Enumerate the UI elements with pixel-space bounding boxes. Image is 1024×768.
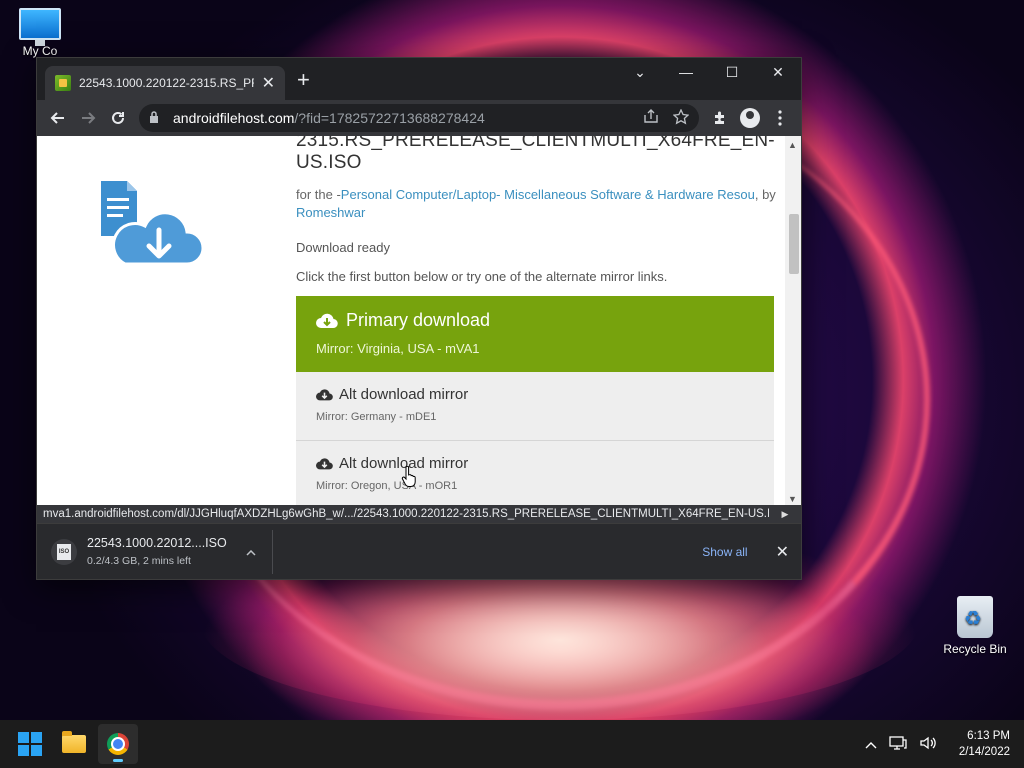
download-progress-text: 0.2/4.3 GB, 2 mins left bbox=[87, 555, 191, 567]
windows-logo-icon bbox=[18, 732, 42, 756]
file-explorer-button[interactable] bbox=[54, 724, 94, 764]
iso-file-icon: ISO bbox=[51, 538, 77, 565]
alt-mirror-label: Alt download mirror bbox=[339, 386, 469, 403]
page-viewport: 2315.RS_PRERELEASE_CLIENTMULTI_X64FRE_EN… bbox=[37, 136, 801, 506]
clock-date: 2/14/2022 bbox=[958, 746, 1010, 758]
tab-strip: 22543.1000.220122-2315.RS_PRE ✕ + ⌄ — ☐ … bbox=[37, 58, 801, 100]
forward-button[interactable] bbox=[73, 103, 103, 133]
scroll-right-arrow-icon[interactable]: ▶ bbox=[769, 505, 801, 523]
start-button[interactable] bbox=[10, 724, 50, 764]
folder-icon bbox=[62, 731, 86, 753]
maximize-button[interactable]: ☐ bbox=[709, 58, 755, 86]
arrow-right-icon bbox=[82, 112, 96, 124]
show-all-downloads-link[interactable]: Show all bbox=[702, 545, 747, 559]
alt-mirror-text: Mirror: Germany - mDE1 bbox=[316, 411, 437, 423]
scrollbar-thumb[interactable] bbox=[789, 214, 799, 274]
desktop-icon-recycle-bin[interactable]: ♻ Recycle Bin bbox=[940, 596, 1010, 656]
download-filename: 22543.1000.22012....ISO bbox=[87, 536, 227, 550]
close-download-shelf-button[interactable]: ✕ bbox=[776, 542, 789, 562]
reload-icon bbox=[112, 111, 124, 124]
menu-button[interactable] bbox=[765, 103, 795, 133]
minimize-button[interactable]: — bbox=[663, 58, 709, 86]
cloud-download-icon bbox=[316, 457, 333, 469]
link-status-bubble: mva1.androidfilehost.com/dl/JJGHluqfAXDZ… bbox=[37, 505, 777, 523]
category-link[interactable]: Personal Computer/Laptop- Miscellaneous … bbox=[341, 187, 755, 202]
tab-close-button[interactable]: ✕ bbox=[262, 73, 275, 93]
download-panel: 2315.RS_PRERELEASE_CLIENTMULTI_X64FRE_EN… bbox=[296, 136, 776, 506]
recycle-bin-icon: ♻ bbox=[957, 596, 993, 638]
chrome-taskbar-button[interactable] bbox=[98, 724, 138, 764]
file-download-icon bbox=[97, 176, 207, 276]
profile-avatar-icon[interactable] bbox=[740, 108, 760, 128]
arrow-left-icon bbox=[50, 112, 64, 124]
cloud-download-icon bbox=[316, 313, 338, 328]
alt-mirror-button[interactable]: Alt download mirror Mirror: Oregon, USA … bbox=[296, 441, 774, 506]
reload-button[interactable] bbox=[103, 103, 133, 133]
clock-time: 6:13 PM bbox=[967, 730, 1010, 742]
kebab-menu-icon bbox=[778, 110, 782, 126]
browser-toolbar: androidfilehost.com /?fid=17825722713688… bbox=[37, 100, 801, 136]
browser-window: 22543.1000.220122-2315.RS_PRE ✕ + ⌄ — ☐ … bbox=[36, 57, 802, 580]
tab-title: 22543.1000.220122-2315.RS_PRE bbox=[79, 76, 254, 90]
share-icon[interactable] bbox=[643, 108, 659, 128]
url-host: androidfilehost.com bbox=[173, 110, 295, 126]
system-tray: 6:13 PM 2/14/2022 bbox=[865, 728, 1010, 760]
close-window-button[interactable]: ✕ bbox=[755, 58, 801, 86]
new-tab-button[interactable]: + bbox=[297, 68, 310, 92]
volume-icon[interactable] bbox=[919, 735, 937, 754]
download-item[interactable]: ISO 22543.1000.22012....ISO 0.2/4.3 GB, … bbox=[37, 529, 273, 574]
extensions-button[interactable] bbox=[705, 103, 735, 133]
taskbar: 6:13 PM 2/14/2022 bbox=[0, 720, 1024, 768]
download-ready-text: Download ready bbox=[296, 240, 390, 255]
primary-download-label: Primary download bbox=[346, 310, 491, 330]
chevron-up-icon[interactable] bbox=[865, 736, 877, 752]
bookmark-star-icon[interactable] bbox=[672, 107, 690, 128]
scroll-down-arrow-icon[interactable]: ▼ bbox=[788, 494, 797, 504]
favicon-icon bbox=[55, 75, 71, 91]
primary-mirror-text: Mirror: Virginia, USA - mVA1 bbox=[316, 341, 480, 356]
author-link[interactable]: Romeshwar bbox=[296, 205, 365, 220]
monitor-icon bbox=[19, 8, 61, 46]
lock-icon[interactable] bbox=[149, 110, 165, 126]
chrome-icon bbox=[107, 733, 129, 755]
desktop-icon-label: Recycle Bin bbox=[943, 642, 1007, 656]
cloud-download-icon bbox=[316, 388, 333, 400]
url-path: /?fid=17825722713688278424 bbox=[294, 110, 485, 126]
alt-mirror-button[interactable]: Alt download mirror Mirror: Germany - mD… bbox=[296, 372, 774, 441]
meta-prefix: for the - bbox=[296, 187, 341, 202]
window-controls: ⌄ — ☐ ✕ bbox=[617, 58, 801, 86]
scroll-up-arrow-icon[interactable]: ▲ bbox=[788, 140, 797, 150]
tab-active[interactable]: 22543.1000.220122-2315.RS_PRE ✕ bbox=[45, 66, 285, 100]
back-button[interactable] bbox=[43, 103, 73, 133]
primary-download-button[interactable]: Primary download Mirror: Virginia, USA -… bbox=[296, 296, 774, 372]
desktop-icon-label: My Co bbox=[22, 44, 58, 58]
tab-search-button[interactable]: ⌄ bbox=[617, 58, 663, 86]
chevron-up-icon[interactable] bbox=[246, 545, 256, 559]
address-bar[interactable]: androidfilehost.com /?fid=17825722713688… bbox=[139, 104, 699, 132]
network-icon[interactable] bbox=[889, 735, 907, 754]
file-title: 2315.RS_PRERELEASE_CLIENTMULTI_X64FRE_EN… bbox=[296, 136, 775, 173]
desktop-icon-my-computer[interactable]: My Co bbox=[0, 8, 80, 58]
vertical-scrollbar[interactable]: ▲ ▼ bbox=[785, 136, 801, 506]
meta-by: , by bbox=[754, 187, 776, 202]
download-shelf: ISO 22543.1000.22012....ISO 0.2/4.3 GB, … bbox=[37, 523, 801, 579]
instructions-text: Click the first button below or try one … bbox=[296, 269, 668, 284]
hand-pointer-cursor-icon bbox=[401, 466, 416, 487]
alt-mirror-text: Mirror: Oregon, USA - mOR1 bbox=[316, 480, 458, 492]
file-meta: for the -Personal Computer/Laptop- Misce… bbox=[296, 186, 776, 222]
clock[interactable]: 6:13 PM 2/14/2022 bbox=[959, 728, 1010, 760]
puzzle-icon bbox=[715, 111, 724, 124]
